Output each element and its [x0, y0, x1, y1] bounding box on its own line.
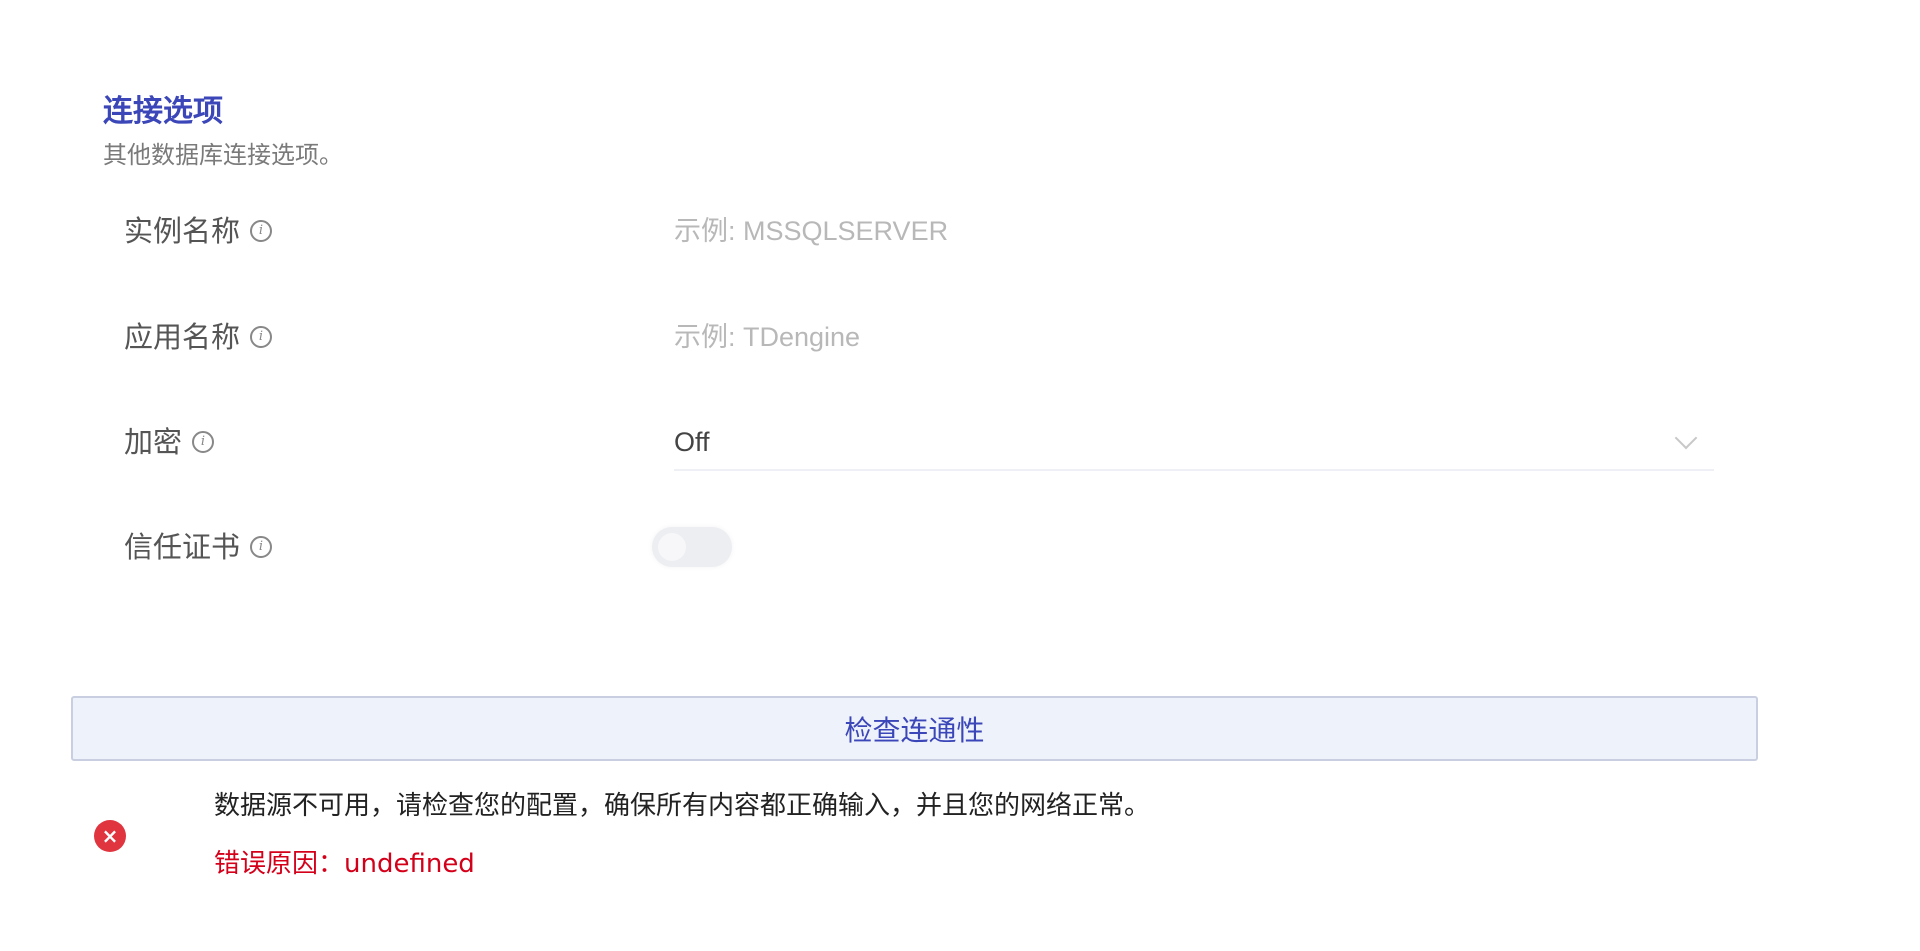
- toggle-knob: [658, 533, 686, 561]
- error-reason: 错误原因：undefined: [214, 849, 475, 879]
- section-description: 其他数据库连接选项。: [103, 141, 343, 169]
- encryption-label: 加密: [124, 425, 183, 459]
- trust-certificate-row: 信任证书 i: [124, 512, 1714, 582]
- info-icon[interactable]: i: [250, 326, 273, 348]
- instance-name-row: 实例名称 i: [124, 196, 1729, 266]
- app-name-input[interactable]: [674, 312, 1729, 362]
- section-title: 连接选项: [103, 94, 223, 129]
- info-icon[interactable]: i: [192, 431, 215, 453]
- chevron-down-icon: [1674, 426, 1698, 450]
- encryption-label-group: 加密 i: [124, 423, 215, 461]
- encryption-select[interactable]: Off: [674, 415, 1714, 471]
- close-icon: ×: [94, 820, 126, 852]
- encryption-select-value: Off: [674, 426, 710, 457]
- error-message: 数据源不可用，请检查您的配置，确保所有内容都正确输入，并且您的网络正常。: [214, 791, 1151, 821]
- connection-options-page: 连接选项 其他数据库连接选项。 实例名称 i 应用名称 i 加密 i Off 信…: [0, 0, 1920, 951]
- app-name-label: 应用名称: [124, 320, 241, 354]
- trust-certificate-toggle[interactable]: [652, 527, 732, 567]
- info-icon[interactable]: i: [250, 536, 273, 558]
- info-icon[interactable]: i: [250, 220, 273, 242]
- encryption-row: 加密 i Off: [124, 407, 1714, 477]
- trust-certificate-label: 信任证书: [124, 530, 241, 564]
- instance-name-label: 实例名称: [124, 214, 241, 248]
- trust-certificate-label-group: 信任证书 i: [124, 528, 273, 566]
- instance-name-label-group: 实例名称 i: [124, 212, 273, 250]
- instance-name-input[interactable]: [674, 206, 1729, 256]
- check-connectivity-button[interactable]: 检查连通性: [71, 696, 1758, 761]
- app-name-label-group: 应用名称 i: [124, 318, 273, 356]
- error-alert: × 数据源不可用，请检查您的配置，确保所有内容都正确输入，并且您的网络正常。 错…: [94, 780, 1594, 900]
- app-name-row: 应用名称 i: [124, 302, 1729, 372]
